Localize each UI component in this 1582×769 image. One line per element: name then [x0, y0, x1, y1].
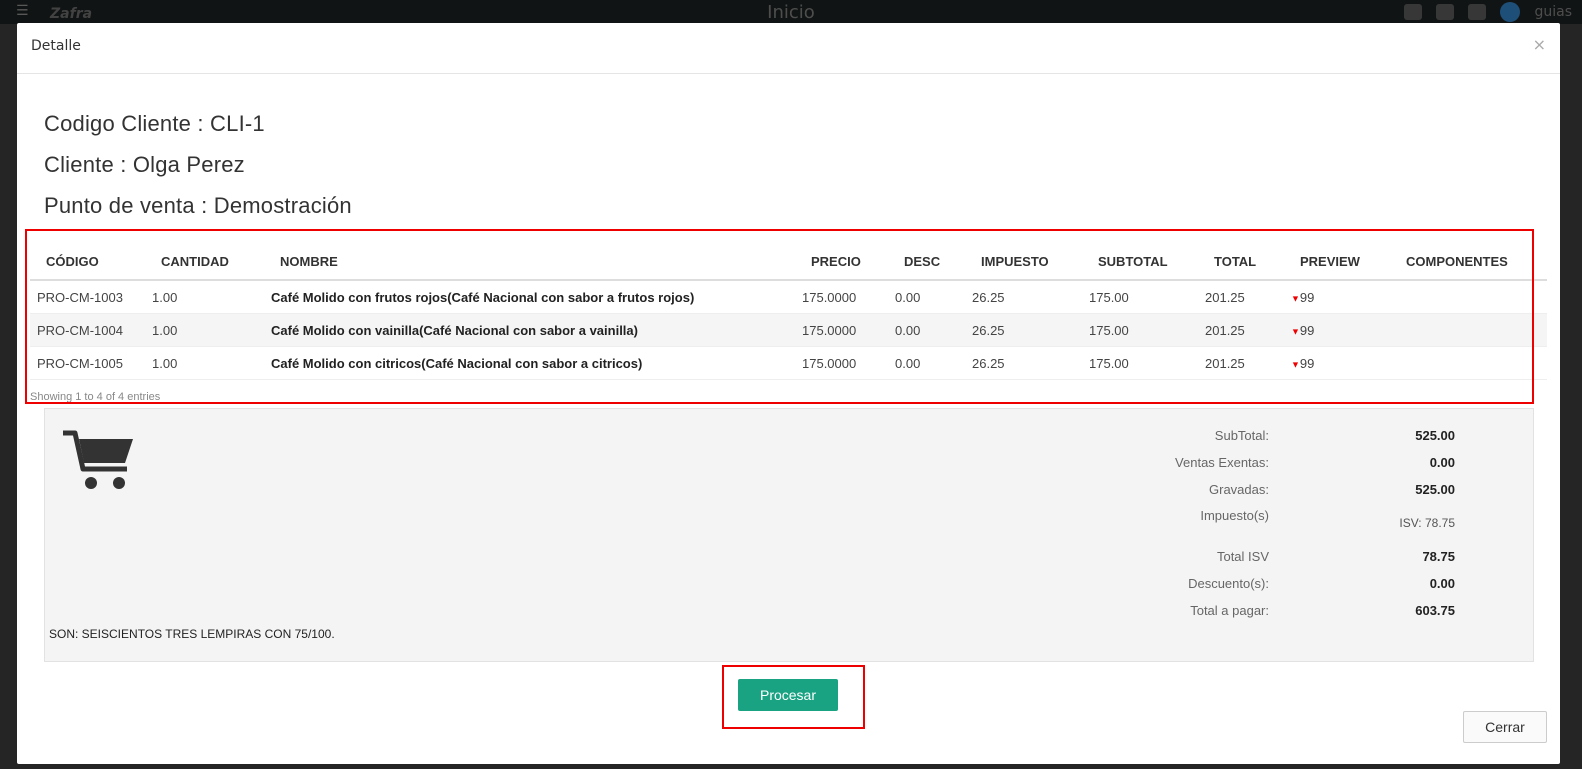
cerrar-button[interactable]: Cerrar: [1463, 711, 1547, 743]
gravadas-label: Gravadas:: [1209, 482, 1269, 497]
gravadas-value: 525.00: [1415, 482, 1455, 497]
close-icon[interactable]: ×: [1533, 35, 1546, 54]
punto-venta: Punto de venta : Demostración: [44, 193, 352, 218]
total-pagar-value: 603.75: [1415, 603, 1455, 618]
amount-in-words: SON: SEISCIENTOS TRES LEMPIRAS CON 75/10…: [49, 627, 335, 641]
procesar-highlight-box: [722, 665, 865, 729]
detalle-modal: Detalle × Codigo Cliente : CLI-1 Cliente…: [17, 23, 1560, 764]
total-isv-value: 78.75: [1422, 549, 1455, 564]
modal-header: Detalle ×: [17, 23, 1560, 74]
shopping-cart-icon: [63, 430, 133, 489]
subtotal-value: 525.00: [1415, 428, 1455, 443]
descuentos-label: Descuento(s):: [1188, 576, 1269, 591]
descuentos-value: 0.00: [1429, 576, 1455, 591]
total-pagar-label: Total a pagar:: [1190, 603, 1269, 618]
impuestos-value: ISV: 78.75: [1399, 516, 1455, 530]
summary-panel: SubTotal: 525.00 Ventas Exentas: 0.00 Gr…: [44, 408, 1534, 662]
cliente-name: Cliente : Olga Perez: [44, 152, 245, 177]
total-isv-label: Total ISV: [1216, 549, 1269, 564]
exentas-value: 0.00: [1429, 455, 1455, 470]
codigo-cliente: Codigo Cliente : CLI-1: [44, 111, 265, 136]
impuestos-label: Impuesto(s): [1200, 508, 1269, 523]
table-highlight-box: [25, 229, 1534, 404]
modal-title: Detalle: [31, 38, 81, 54]
subtotal-label: SubTotal:: [1214, 428, 1269, 443]
exentas-label: Ventas Exentas:: [1175, 455, 1269, 470]
